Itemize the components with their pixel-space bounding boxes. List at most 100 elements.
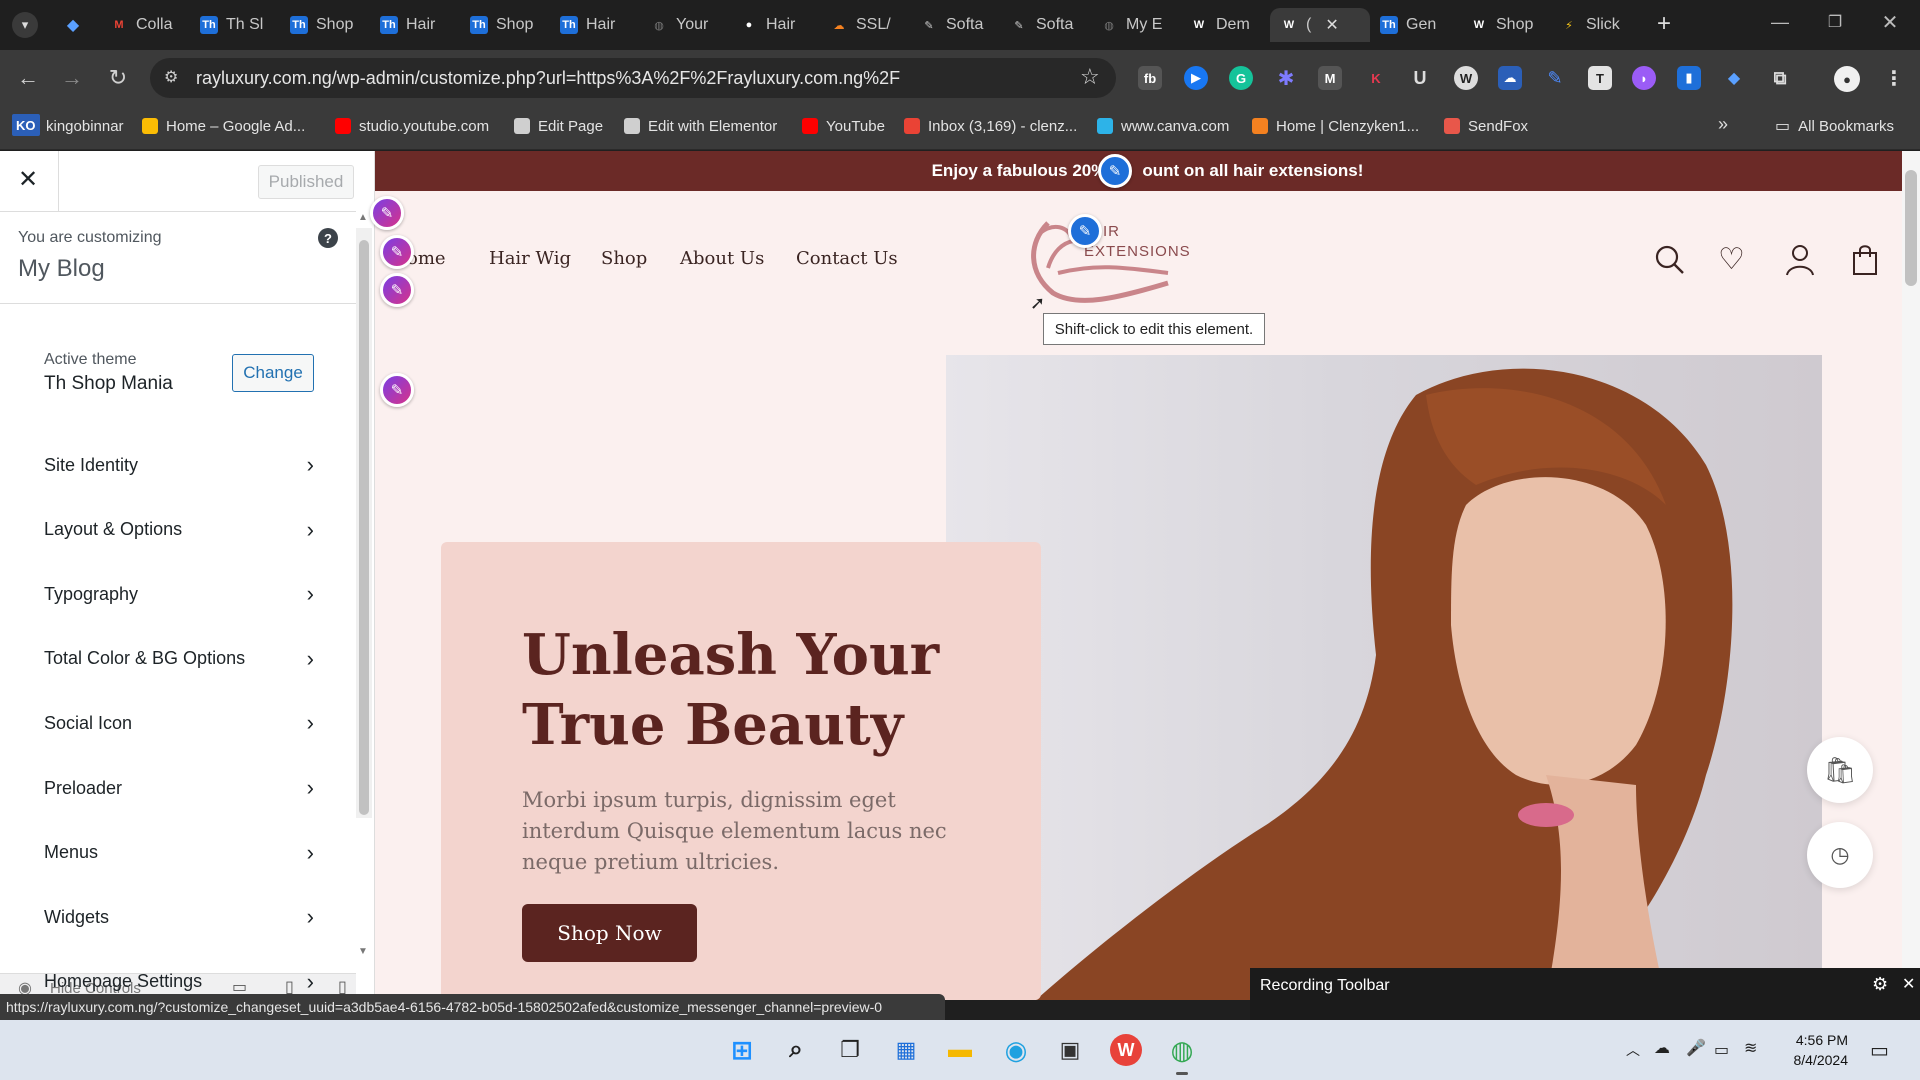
extension-icon-11[interactable]: T <box>1588 66 1612 90</box>
browser-tab[interactable]: ✎ Softa <box>910 8 1000 42</box>
tray-mic-icon[interactable]: 🎤 <box>1686 1038 1706 1058</box>
site-logo[interactable]: IR EXTENSIONS <box>1018 213 1193 303</box>
browser-tab[interactable]: ✎ Softa <box>1000 8 1090 42</box>
bookmark-item[interactable]: YouTube <box>802 114 885 138</box>
close-tab-icon[interactable]: ✕ <box>1325 15 1338 35</box>
nav-contact-us[interactable]: Contact Us <box>796 248 898 269</box>
bookmark-item[interactable]: www.canva.com <box>1097 114 1229 138</box>
extension-icon-4[interactable]: ✱ <box>1274 66 1298 90</box>
browser-tab[interactable]: W (✕ <box>1270 8 1370 42</box>
windows-start-icon[interactable]: ⊞ <box>726 1034 758 1066</box>
customizer-section-layout-options[interactable]: Layout & Options › <box>44 510 314 550</box>
extension-icon-2[interactable]: ▶ <box>1184 66 1208 90</box>
browser-tab[interactable]: ◍ Your <box>640 8 730 42</box>
floating-history-button[interactable]: ◷ <box>1807 822 1873 888</box>
change-theme-button[interactable]: Change <box>232 354 314 392</box>
bookmark-item[interactable]: kingobinnar <box>46 114 124 138</box>
customizer-section-site-identity[interactable]: Site Identity › <box>44 445 314 485</box>
file-explorer-icon[interactable]: ▬ <box>944 1034 976 1066</box>
scroll-up-arrow[interactable]: ▲ <box>358 212 368 223</box>
nav-hair-wig[interactable]: Hair Wig <box>489 248 571 269</box>
extension-icon-13[interactable]: ▮ <box>1677 66 1701 90</box>
extension-icon-12[interactable]: ◗ <box>1632 66 1656 90</box>
search-icon[interactable] <box>1654 244 1686 276</box>
scroll-down-arrow[interactable]: ▼ <box>358 946 368 957</box>
tray-onedrive-icon[interactable]: ☁ <box>1654 1038 1670 1058</box>
customizer-section-typography[interactable]: Typography › <box>44 574 314 614</box>
bookmarks-overflow-icon[interactable]: » <box>1718 114 1728 135</box>
close-window-button[interactable]: ✕ <box>1875 10 1905 36</box>
browser-tab[interactable]: Th Gen <box>1370 8 1460 42</box>
browser-tab[interactable]: Th Hair <box>370 8 460 42</box>
extension-icon-7[interactable]: U <box>1408 66 1432 90</box>
customizer-section-widgets[interactable]: Widgets › <box>44 897 314 937</box>
tray-battery-icon[interactable]: ▭ <box>1714 1040 1729 1060</box>
customizer-section-menus[interactable]: Menus › <box>44 833 314 873</box>
browser-tab[interactable]: ● Hair <box>730 8 820 42</box>
edit-shortcut-4[interactable]: ✎ <box>380 373 414 407</box>
edge-browser-icon[interactable]: ◉ <box>1000 1034 1032 1066</box>
edit-shortcut-2[interactable]: ✎ <box>380 235 414 269</box>
restore-button[interactable]: ❐ <box>1820 12 1850 36</box>
recording-settings-icon[interactable]: ⚙ <box>1872 974 1888 995</box>
customizer-section-preloader[interactable]: Preloader › <box>44 768 314 808</box>
bookmark-item[interactable]: SendFox <box>1444 114 1528 138</box>
site-info-icon[interactable]: ⚙ <box>164 67 178 87</box>
widgets-icon[interactable]: ▦ <box>890 1034 922 1066</box>
customizer-section-total-color-bg-options[interactable]: Total Color & BG Options › <box>44 639 314 679</box>
nav-shop[interactable]: Shop <box>601 248 647 269</box>
recording-close-icon[interactable]: ✕ <box>1902 974 1915 994</box>
store-icon[interactable]: ▣ <box>1054 1034 1086 1066</box>
close-customizer-icon[interactable]: ✕ <box>18 165 38 194</box>
tray-wifi-icon[interactable]: ≋ <box>1744 1038 1757 1058</box>
edit-shortcut-announcement[interactable]: ✎ <box>1098 154 1132 188</box>
bookmark-item[interactable]: studio.youtube.com <box>335 114 489 138</box>
bookmark-badge[interactable]: KO <box>12 114 40 136</box>
edit-shortcut-logo[interactable]: ✎ <box>1068 214 1102 248</box>
all-bookmarks[interactable]: ▭ All Bookmarks <box>1775 114 1894 138</box>
forward-button[interactable]: → <box>60 65 84 90</box>
reload-button[interactable]: ↻ <box>106 65 130 90</box>
grammarly-icon[interactable]: G <box>1229 66 1253 90</box>
publish-button[interactable]: Published <box>258 165 354 199</box>
taskbar-search-icon[interactable]: ⌕ <box>780 1034 812 1066</box>
extension-icon-10[interactable]: ✎ <box>1543 66 1567 90</box>
customizer-section-social-icon[interactable]: Social Icon › <box>44 703 314 743</box>
task-view-icon[interactable]: ❐ <box>834 1034 866 1066</box>
tab-search-button[interactable]: ▾ <box>12 12 38 38</box>
profile-avatar[interactable]: ● <box>1834 66 1860 92</box>
browser-tab[interactable]: M Colla <box>100 8 190 42</box>
browser-tab[interactable]: ☁ SSL/ <box>820 8 910 42</box>
bookmark-item[interactable]: Home | Clenzyken1... <box>1252 114 1419 138</box>
extension-icon-9[interactable]: ☁ <box>1498 66 1522 90</box>
back-button[interactable]: ← <box>16 65 40 90</box>
browser-tab[interactable]: Th Th Sl <box>190 8 280 42</box>
edit-shortcut-1[interactable]: ✎ <box>370 196 404 230</box>
chrome-taskbar-icon[interactable]: ◍ <box>1166 1034 1198 1066</box>
extensions-puzzle-icon[interactable]: ⧉ <box>1768 66 1792 90</box>
help-icon[interactable]: ? <box>318 228 338 248</box>
wordpress-ext-icon[interactable]: W <box>1454 66 1478 90</box>
browser-tab[interactable]: W Shop <box>1460 8 1550 42</box>
notification-icon[interactable]: ▭ <box>1870 1038 1889 1063</box>
nav-about-us[interactable]: About Us <box>680 248 764 269</box>
wishlist-heart-icon[interactable]: ♡ <box>1718 245 1745 275</box>
browser-tab[interactable]: ⚡ Slick <box>1550 8 1640 42</box>
tray-chevron-icon[interactable]: ︿ <box>1626 1040 1640 1060</box>
browser-tab[interactable]: W Dem <box>1180 8 1270 42</box>
shop-now-button[interactable]: Shop Now <box>522 904 697 962</box>
new-tab-button[interactable]: + <box>1650 10 1678 38</box>
bookmark-item[interactable]: Edit Page <box>514 114 603 138</box>
browser-tab[interactable]: Th Shop <box>280 8 370 42</box>
address-bar[interactable]: ⚙ rayluxury.com.ng/wp-admin/customize.ph… <box>150 58 1116 98</box>
bookmark-item[interactable]: Edit with Elementor <box>624 114 777 138</box>
clock[interactable]: 4:56 PM 8/4/2024 <box>1778 1030 1849 1070</box>
browser-tab[interactable]: Th Hair <box>550 8 640 42</box>
floating-cart-button[interactable]: 🛍 <box>1807 737 1873 803</box>
extension-icon-5[interactable]: M <box>1318 66 1342 90</box>
account-user-icon[interactable] <box>1785 244 1815 276</box>
bookmark-star-icon[interactable]: ☆ <box>1080 64 1100 90</box>
browser-tab[interactable]: ◍ My E <box>1090 8 1180 42</box>
browser-menu-icon[interactable]: ⋮ <box>1882 66 1906 90</box>
minimize-button[interactable]: — <box>1765 12 1795 36</box>
